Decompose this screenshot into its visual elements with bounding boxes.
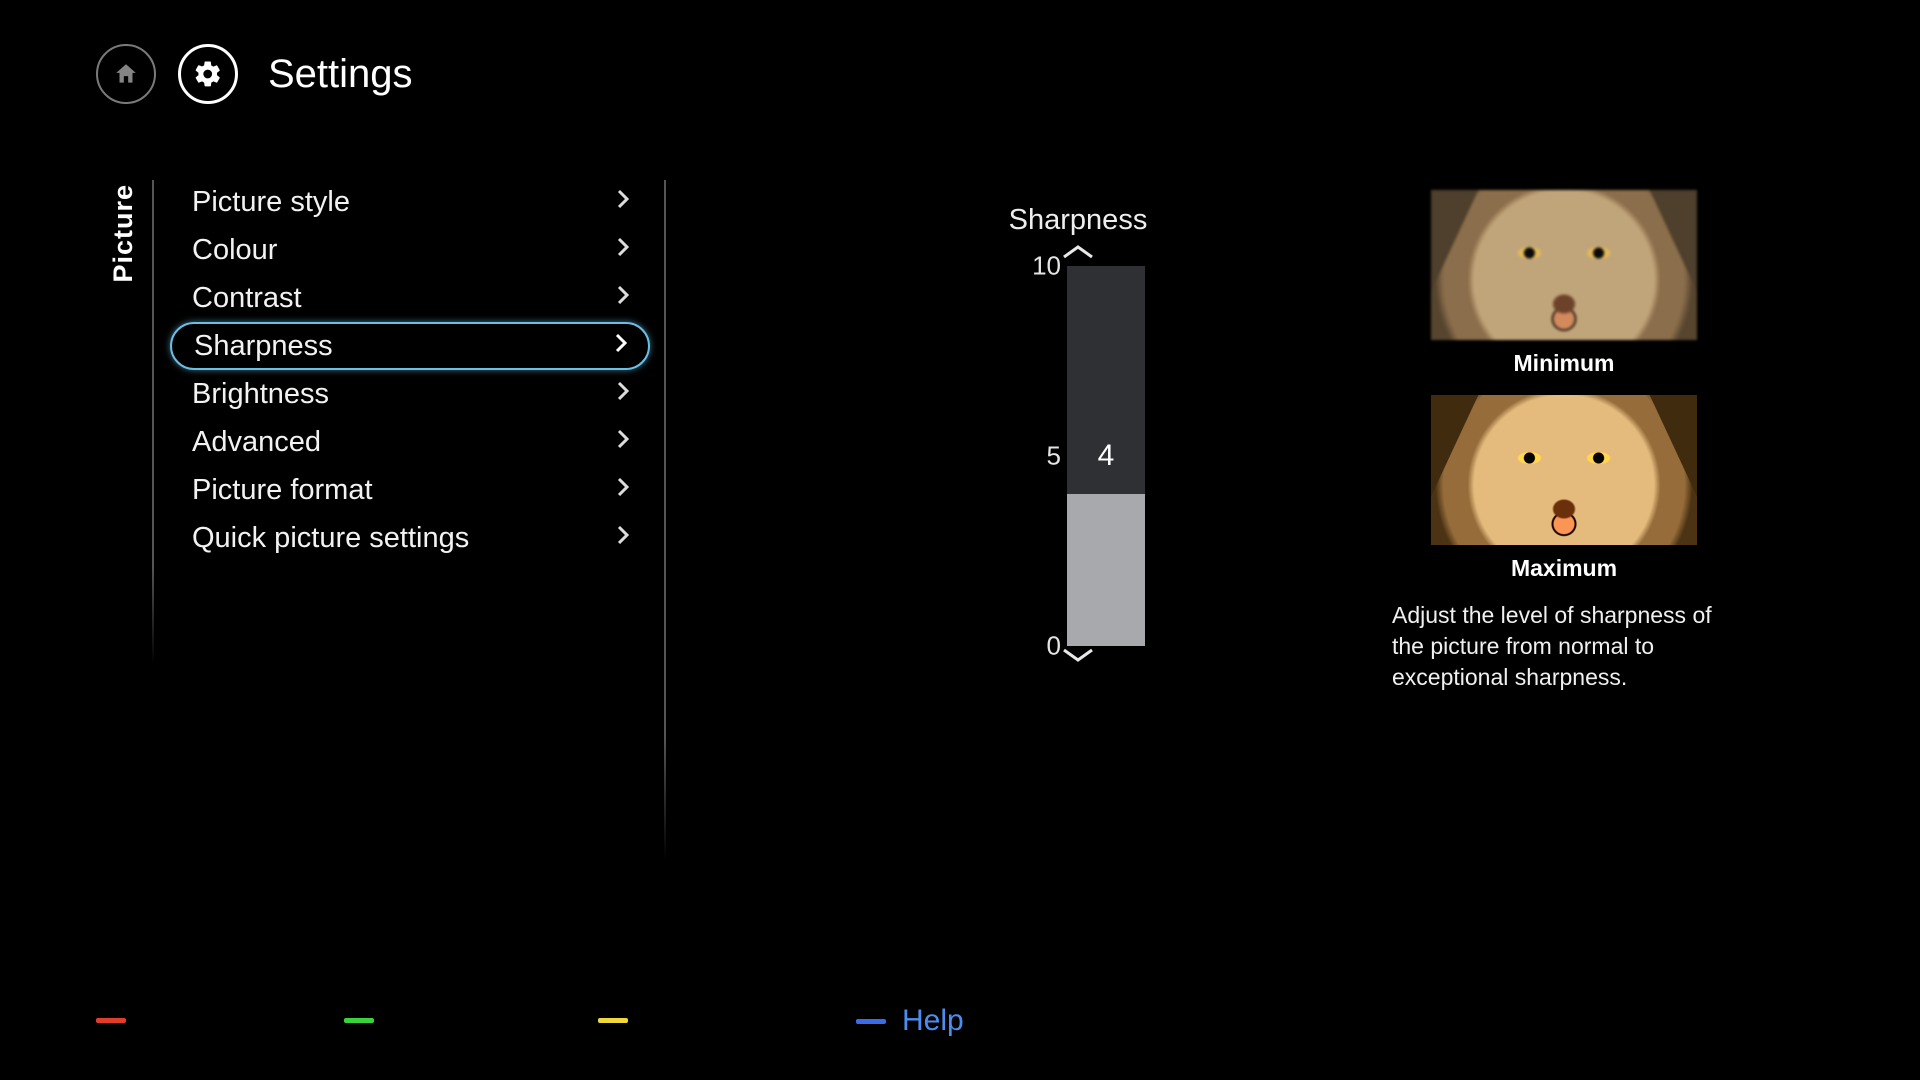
info-description: Adjust the level of sharpness of the pic… bbox=[1392, 600, 1736, 693]
chevron-right-icon bbox=[614, 332, 628, 361]
menu-item-label: Brightness bbox=[192, 378, 329, 411]
divider bbox=[152, 180, 154, 664]
tick-mid: 5 bbox=[1047, 441, 1061, 472]
chevron-down-icon bbox=[1058, 651, 1098, 668]
menu-item-label: Quick picture settings bbox=[192, 522, 469, 555]
home-button[interactable] bbox=[96, 44, 156, 104]
slider-decrement[interactable] bbox=[1058, 646, 1098, 669]
tick-max: 10 bbox=[1032, 251, 1061, 282]
slider-increment[interactable] bbox=[1058, 243, 1098, 266]
chevron-right-icon bbox=[616, 284, 630, 313]
settings-menu: Picture style Colour Contrast Sharpness Brig… bbox=[170, 178, 650, 562]
slider-title: Sharpness bbox=[1009, 204, 1148, 237]
help-button[interactable]: Help bbox=[856, 1004, 964, 1038]
chevron-up-icon bbox=[1058, 248, 1098, 265]
menu-item-label: Sharpness bbox=[194, 330, 333, 363]
tick-min: 0 bbox=[1047, 631, 1061, 662]
help-label: Help bbox=[902, 1004, 964, 1038]
menu-item-contrast[interactable]: Contrast bbox=[170, 274, 650, 322]
menu-item-picture-style[interactable]: Picture style bbox=[170, 178, 650, 226]
menu-item-colour[interactable]: Colour bbox=[170, 226, 650, 274]
preview-label-min: Minimum bbox=[1392, 350, 1736, 377]
slider-track[interactable]: 4 bbox=[1067, 266, 1145, 646]
menu-item-quick-picture-settings[interactable]: Quick picture settings bbox=[170, 514, 650, 562]
menu-item-label: Picture format bbox=[192, 474, 373, 507]
chevron-right-icon bbox=[616, 524, 630, 553]
chevron-right-icon bbox=[616, 188, 630, 217]
menu-item-advanced[interactable]: Advanced bbox=[170, 418, 650, 466]
slider-ticks: 10 5 0 bbox=[1011, 266, 1061, 646]
preview-label-max: Maximum bbox=[1392, 555, 1736, 582]
color-key-blue bbox=[856, 1019, 886, 1024]
header: Settings bbox=[96, 44, 413, 104]
chevron-right-icon bbox=[616, 428, 630, 457]
chevron-right-icon bbox=[616, 236, 630, 265]
divider bbox=[664, 180, 666, 860]
menu-item-picture-format[interactable]: Picture format bbox=[170, 466, 650, 514]
menu-item-label: Picture style bbox=[192, 186, 350, 219]
menu-item-label: Contrast bbox=[192, 282, 302, 315]
home-icon bbox=[113, 61, 139, 87]
menu-item-sharpness[interactable]: Sharpness bbox=[170, 322, 650, 370]
chevron-right-icon bbox=[616, 476, 630, 505]
slider-value: 4 bbox=[1067, 439, 1145, 473]
color-key-green[interactable] bbox=[344, 1018, 374, 1023]
gear-icon bbox=[193, 59, 223, 89]
category-tab-picture[interactable]: Picture bbox=[108, 184, 139, 283]
preview-image-maximum bbox=[1431, 395, 1697, 545]
slider-panel: Sharpness 10 5 0 4 bbox=[968, 204, 1188, 669]
chevron-right-icon bbox=[616, 380, 630, 409]
settings-button[interactable] bbox=[178, 44, 238, 104]
preview-image-minimum bbox=[1431, 190, 1697, 340]
color-key-yellow[interactable] bbox=[598, 1018, 628, 1023]
page-title: Settings bbox=[268, 52, 413, 97]
menu-item-label: Advanced bbox=[192, 426, 321, 459]
menu-item-brightness[interactable]: Brightness bbox=[170, 370, 650, 418]
info-panel: Minimum Maximum Adjust the level of shar… bbox=[1392, 190, 1736, 693]
menu-item-label: Colour bbox=[192, 234, 277, 267]
color-key-red[interactable] bbox=[96, 1018, 126, 1023]
slider-fill bbox=[1067, 494, 1145, 646]
slider-body: 10 5 0 4 bbox=[1011, 266, 1145, 646]
